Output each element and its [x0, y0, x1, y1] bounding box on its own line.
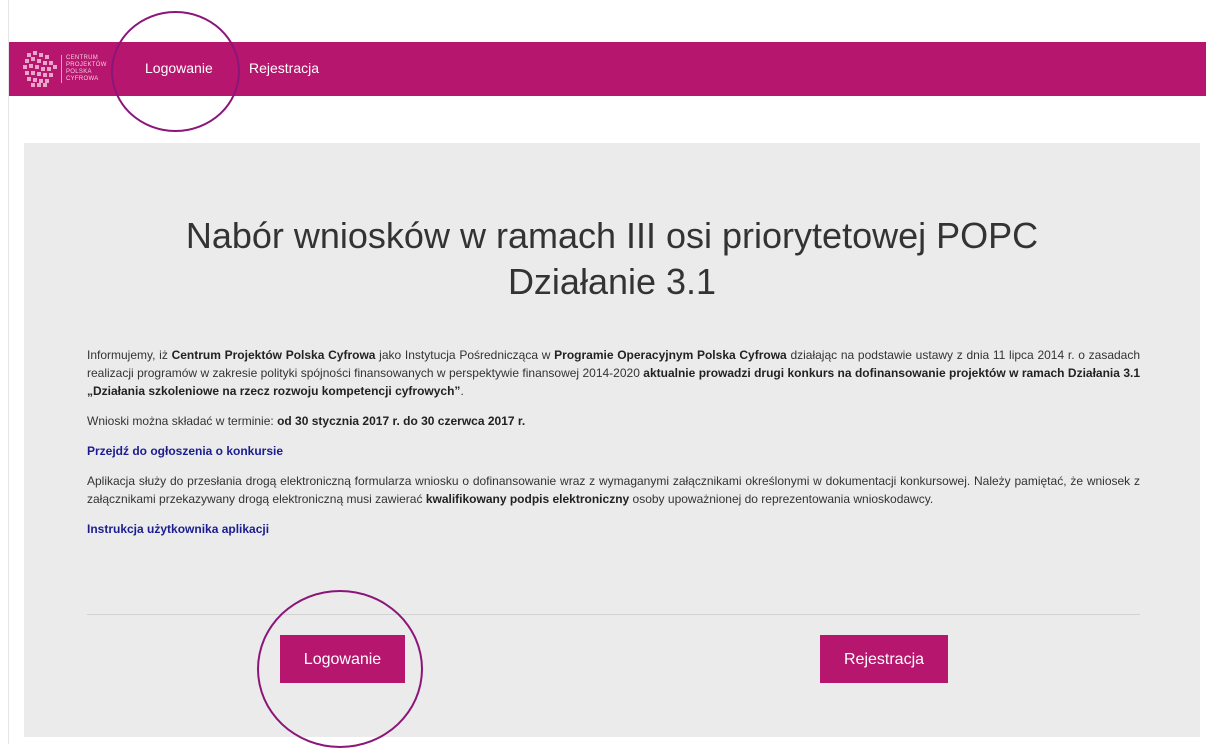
top-navbar: CENTRUM PROJEKTÓW POLSKA CYFROWA Logowan… [9, 42, 1206, 96]
content: Informujemy, iż Centrum Projektów Polska… [87, 346, 1140, 550]
manual-paragraph: Instrukcja użytkownika aplikacji [87, 520, 1140, 538]
nav-register-link[interactable]: Rejestracja [249, 60, 319, 76]
deadline-paragraph: Wnioski można składać w terminie: od 30 … [87, 412, 1140, 430]
title-line-2: Działanie 3.1 [507, 261, 717, 302]
text: jako Instytucja Pośrednicząca w [375, 348, 555, 362]
info-paragraph: Informujemy, iż Centrum Projektów Polska… [87, 346, 1140, 400]
user-manual-link[interactable]: Instrukcja użytkownika aplikacji [87, 520, 269, 538]
main-panel: Nabór wniosków w ramach III osi prioryte… [24, 143, 1200, 737]
bold-text: kwalifikowany podpis elektroniczny [425, 492, 630, 506]
title-line-1: Nabór wniosków w ramach III osi prioryte… [185, 215, 1039, 256]
text: osoby upoważnionej do reprezentowania wn… [629, 492, 934, 506]
announcement-link[interactable]: Przejdź do ogłoszenia o konkursie [87, 442, 283, 460]
logo-text: CENTRUM PROJEKTÓW POLSKA CYFROWA [61, 55, 107, 83]
login-button[interactable]: Logowanie [280, 635, 405, 683]
text: Wnioski można składać w terminie: [87, 414, 278, 428]
logo-line: CYFROWA [66, 76, 99, 82]
deadline-dates: od 30 stycznia 2017 r. do 30 czerwca 201… [277, 414, 526, 428]
bold-text: Centrum Projektów Polska Cyfrowa [171, 348, 376, 362]
register-button[interactable]: Rejestracja [820, 635, 948, 683]
page-title: Nabór wniosków w ramach III osi prioryte… [24, 213, 1200, 305]
text: . [460, 384, 464, 398]
logo-line: POLSKA [66, 69, 92, 75]
divider [87, 614, 1140, 615]
logo-line: CENTRUM [66, 55, 99, 61]
nav-login-link[interactable]: Logowanie [145, 60, 213, 76]
application-paragraph: Aplikacja służy do przesłania drogą elek… [87, 472, 1140, 508]
announcement-paragraph: Przejdź do ogłoszenia o konkursie [87, 442, 1140, 460]
logo[interactable]: CENTRUM PROJEKTÓW POLSKA CYFROWA [23, 51, 123, 87]
logo-line: PROJEKTÓW [66, 62, 107, 68]
bold-text: Programie Operacyjnym Polska Cyfrowa [554, 348, 787, 362]
text: Informujemy, iż [87, 348, 172, 362]
cppc-logo-icon [23, 51, 57, 87]
